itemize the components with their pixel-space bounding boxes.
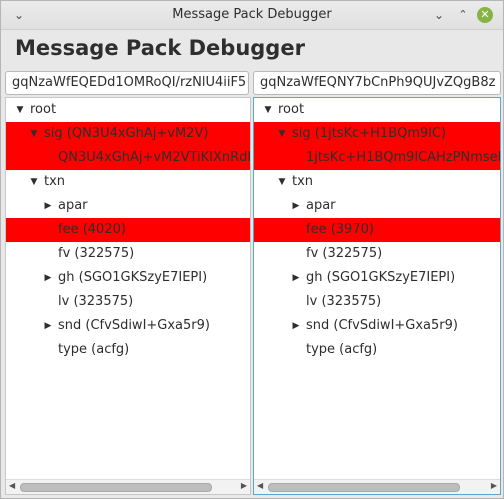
tree-row[interactable]: ▼ root <box>254 98 500 122</box>
tree-row[interactable]: ▶ snd (CfvSdiwI+Gxa5r9) <box>6 314 250 338</box>
scroll-right-icon[interactable]: ▶ <box>241 481 247 490</box>
expander-expanded-icon[interactable]: ▼ <box>28 122 40 146</box>
tree-row-label: lv (323575) <box>306 294 382 309</box>
tree-row[interactable]: fee (3970) <box>254 218 500 242</box>
tree-row[interactable]: ▼ txn <box>6 170 250 194</box>
maximize-icon[interactable]: ⌃ <box>453 5 473 25</box>
tree-row[interactable]: fv (322575) <box>254 242 500 266</box>
tree-row-label: txn <box>292 174 314 189</box>
expander-expanded-icon[interactable]: ▼ <box>14 98 26 122</box>
left-tree-panel[interactable]: ▼ root ▼ sig (QN3U4xGhAj+vM2V) QN3U4xGhAj+vM… <box>5 97 251 495</box>
tree-row-label: type (acfg) <box>306 342 378 357</box>
expander-collapsed-icon[interactable]: ▶ <box>290 266 302 290</box>
tree-row-label: type (acfg) <box>58 342 130 357</box>
expander-collapsed-icon[interactable]: ▶ <box>42 194 54 218</box>
tree-row[interactable]: ▶ apar <box>6 194 250 218</box>
tree-row-label: gh (SGO1GKSzyE7IEPI) <box>306 270 456 285</box>
tree-row-label: fv (322575) <box>58 246 135 261</box>
right-tree-panel[interactable]: ▼ root ▼ sig (1jtsKc+H1BQm9lC) 1jtsKc+H1BQm9… <box>253 97 501 495</box>
expander-expanded-icon[interactable]: ▼ <box>276 122 288 146</box>
tree-row-label: txn <box>44 174 66 189</box>
left-scrollbar-thumb[interactable] <box>20 483 212 492</box>
tree-row[interactable]: ▶ snd (CfvSdiwI+Gxa5r9) <box>254 314 500 338</box>
tree-row-label: gh (SGO1GKSzyE7IEPI) <box>58 270 208 285</box>
tree-row[interactable]: QN3U4xGhAj+vM2VTiKIXnRdE <box>6 146 250 170</box>
expander-expanded-icon[interactable]: ▼ <box>28 170 40 194</box>
tree-row[interactable]: type (acfg) <box>254 338 500 362</box>
tree-row-label: root <box>30 102 57 117</box>
expander-expanded-icon[interactable]: ▼ <box>262 98 274 122</box>
close-icon[interactable]: ✕ <box>477 7 493 23</box>
tree-row-label: 1jtsKc+H1BQm9lCAHzPNmsel <box>306 150 500 165</box>
tree-row[interactable]: ▼ root <box>6 98 250 122</box>
tree-row-label: fee (3970) <box>306 222 374 237</box>
right-message-input[interactable]: gqNzaWfEQNY7bCnPh9QUJvZQgB8z <box>253 71 501 95</box>
tree-row[interactable]: fee (4020) <box>6 218 250 242</box>
tree-row[interactable]: ▼ sig (QN3U4xGhAj+vM2V) <box>6 122 250 146</box>
expander-collapsed-icon[interactable]: ▶ <box>290 194 302 218</box>
expander-collapsed-icon[interactable]: ▶ <box>42 314 54 338</box>
tree-row[interactable]: lv (323575) <box>6 290 250 314</box>
tree-row[interactable]: ▶ gh (SGO1GKSzyE7IEPI) <box>254 266 500 290</box>
left-tree: ▼ root ▼ sig (QN3U4xGhAj+vM2V) QN3U4xGhAj+vM… <box>6 98 250 362</box>
tree-row-label: sig (QN3U4xGhAj+vM2V) <box>44 126 209 141</box>
right-horizontal-scrollbar[interactable]: ◀ ▶ <box>254 479 500 494</box>
tree-row-label: snd (CfvSdiwI+Gxa5r9) <box>306 318 458 333</box>
right-scrollbar-thumb[interactable] <box>268 483 460 492</box>
window-title: Message Pack Debugger <box>172 7 332 22</box>
tree-row[interactable]: lv (323575) <box>254 290 500 314</box>
scroll-left-icon[interactable]: ◀ <box>9 481 15 490</box>
tree-row[interactable]: type (acfg) <box>6 338 250 362</box>
tree-row[interactable]: ▼ sig (1jtsKc+H1BQm9lC) <box>254 122 500 146</box>
tree-row-label: fee (4020) <box>58 222 126 237</box>
scroll-left-icon[interactable]: ◀ <box>257 481 263 490</box>
minimize-icon[interactable]: ⌄ <box>429 5 449 25</box>
tree-row[interactable]: fv (322575) <box>6 242 250 266</box>
expander-collapsed-icon[interactable]: ▶ <box>42 266 54 290</box>
tree-row[interactable]: ▶ gh (SGO1GKSzyE7IEPI) <box>6 266 250 290</box>
left-message-input[interactable]: gqNzaWfEQEDd1OMRoQI/rzNlU4iiF5 <box>5 71 249 95</box>
tree-row-label: sig (1jtsKc+H1BQm9lC) <box>292 126 447 141</box>
app-window: ⌄ Message Pack Debugger ⌄ ⌃ ✕ Message Pa… <box>0 0 504 499</box>
tree-row-label: apar <box>58 198 88 213</box>
tree-row[interactable]: 1jtsKc+H1BQm9lCAHzPNmsel <box>254 146 500 170</box>
expander-collapsed-icon[interactable]: ▶ <box>290 314 302 338</box>
tree-row[interactable]: ▶ apar <box>254 194 500 218</box>
tree-row-label: fv (322575) <box>306 246 383 261</box>
left-horizontal-scrollbar[interactable]: ◀ ▶ <box>6 479 250 494</box>
tree-row-label: apar <box>306 198 336 213</box>
right-tree: ▼ root ▼ sig (1jtsKc+H1BQm9lC) 1jtsKc+H1BQm9… <box>254 98 500 362</box>
tree-row[interactable]: ▼ txn <box>254 170 500 194</box>
tree-row-label: root <box>278 102 305 117</box>
title-bar[interactable]: ⌄ Message Pack Debugger ⌄ ⌃ ✕ <box>1 1 503 30</box>
tree-row-label: snd (CfvSdiwI+Gxa5r9) <box>58 318 210 333</box>
expander-expanded-icon[interactable]: ▼ <box>276 170 288 194</box>
tree-row-label: lv (323575) <box>58 294 134 309</box>
page-title: Message Pack Debugger <box>15 36 305 60</box>
scroll-right-icon[interactable]: ▶ <box>491 481 497 490</box>
tree-row-label: QN3U4xGhAj+vM2VTiKIXnRdE <box>58 150 250 165</box>
